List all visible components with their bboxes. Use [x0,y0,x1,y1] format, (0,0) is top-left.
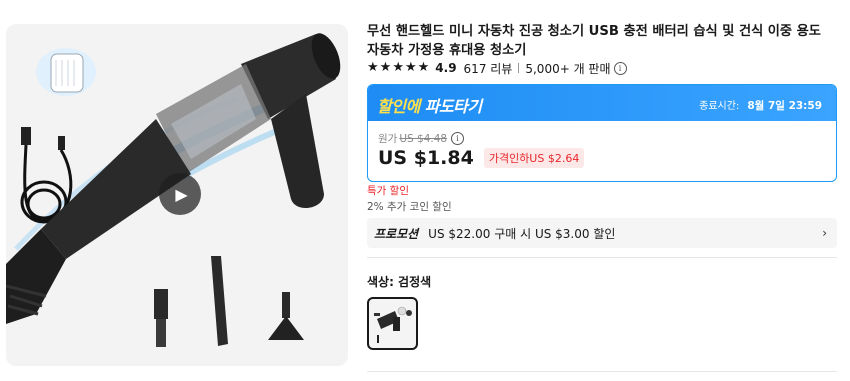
swatch-thumbnail [374,306,412,343]
promotion-row[interactable]: 프로모션 US $22.00 구매 시 US $3.00 할인 › [367,218,837,248]
divider [518,63,520,73]
deal-name-rest: 파도타기 [419,97,482,116]
deal-end-time: 종료시간: 8월 7일 23:59 [699,97,822,113]
original-price-label: 원가 [378,133,398,145]
chevron-right-icon: › [822,226,827,240]
color-swatch-black[interactable] [367,297,418,350]
deal-name: 할인에 파도타기 [377,93,482,117]
original-price-row: 원가 US $4.48 i [378,131,465,146]
rating-value: 4.9 [435,61,457,75]
star-icon: ★ [417,60,430,75]
promotion-text: US $22.00 구매 시 US $3.00 할인 [428,226,616,241]
coin-discount-label: 2% 추가 코인 할인 [367,201,452,213]
rating-stars: ★ ★ ★ ★ ★ [367,61,429,75]
deal-end-value: 8월 7일 23:59 [747,100,822,112]
deal-end-label: 종료시간: [699,101,740,112]
sale-label: 특가 할인 [367,185,409,197]
current-price: US $1.84 [378,147,474,169]
original-price: US $4.48 [399,132,448,145]
play-icon: ▶ [175,184,188,204]
product-title: 무선 핸드헬드 미니 자동차 진공 청소기 USB 충전 배터리 습식 및 건식… [367,24,821,58]
review-count-link[interactable]: 617 리뷰 [464,60,513,77]
deal-box: 할인에 파도타기 종료시간: 8월 7일 23:59 원가 US $4.48 i … [367,84,837,182]
divider [367,371,837,372]
promotion-tag: 프로모션 [374,226,419,241]
price-drop-badge: 가격인하US $2.64 [483,148,585,168]
star-icon: ★ [404,60,417,75]
play-video-button[interactable]: ▶ [159,173,201,215]
price-row: US $1.84 가격인하US $2.64 [378,147,585,169]
info-icon[interactable]: i [613,61,627,75]
info-icon[interactable]: i [451,132,465,145]
deal-banner: 할인에 파도타기 종료시간: 8월 7일 23:59 [368,85,836,121]
sold-count: 5,000+ 개 판매 [525,61,611,76]
star-icon: ★ [379,60,392,75]
star-icon: ★ [392,60,404,75]
deal-name-highlight: 할인에 [377,97,420,116]
divider [367,257,837,258]
product-image[interactable]: ▶ [6,24,348,366]
rating-row: ★ ★ ★ ★ ★ 4.9 617 리뷰 5,000+ 개 판매 i [367,60,627,76]
color-label: 색상: 검정색 [367,275,432,289]
star-icon: ★ [367,60,379,75]
